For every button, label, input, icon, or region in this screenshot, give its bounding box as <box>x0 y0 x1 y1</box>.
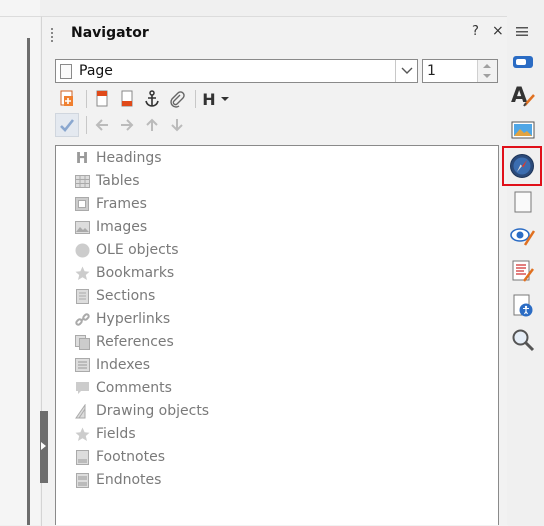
accessibility-check-icon[interactable] <box>510 293 536 319</box>
endnotes-icon <box>74 472 90 488</box>
page-icon[interactable] <box>510 189 536 215</box>
fields-icon <box>74 426 90 442</box>
header-icon[interactable] <box>91 88 113 110</box>
styles-icon[interactable]: A <box>510 82 536 108</box>
tree-item-bookmarks[interactable]: Bookmarks <box>74 262 174 284</box>
page-icon <box>60 64 72 79</box>
page-number-spinner[interactable]: 1 <box>422 59 498 83</box>
page-number-value: 1 <box>427 63 436 79</box>
toolbar-separator <box>86 116 87 134</box>
chevron-down-icon[interactable] <box>395 60 417 82</box>
references-icon <box>74 334 90 350</box>
navigator-toolbar-2 <box>55 113 191 137</box>
ole-objects-icon <box>74 242 90 258</box>
toolbar-separator <box>195 90 196 108</box>
tree-item-images[interactable]: Images <box>74 216 147 238</box>
footnotes-icon <box>74 449 90 465</box>
close-button[interactable]: × <box>492 23 504 39</box>
hyperlinks-icon <box>74 311 90 327</box>
navigate-by-value: Page <box>79 63 113 79</box>
manage-changes-icon[interactable] <box>510 258 536 284</box>
tree-item-sections[interactable]: Sections <box>74 285 155 307</box>
document-area <box>0 0 40 525</box>
heading-levels-label: H <box>202 89 216 109</box>
content-navigation-toggle-icon[interactable] <box>55 113 79 137</box>
arrow-left-icon[interactable] <box>91 114 113 136</box>
tree-item-headings[interactable]: H Headings <box>74 147 162 169</box>
images-icon <box>74 219 90 235</box>
tree-item-drawing-objects[interactable]: Drawing objects <box>74 400 209 422</box>
drag-mode-icon[interactable] <box>57 88 79 110</box>
drawing-objects-icon <box>74 403 90 419</box>
tree-item-endnotes[interactable]: Endnotes <box>74 469 161 491</box>
tree-item-ole-objects[interactable]: OLE objects <box>74 239 179 261</box>
comments-icon <box>74 380 90 396</box>
gallery-icon[interactable] <box>510 117 536 143</box>
spin-up-icon[interactable] <box>483 64 491 68</box>
tree-item-references[interactable]: References <box>74 331 174 353</box>
properties-icon[interactable] <box>510 49 536 75</box>
help-button[interactable]: ? <box>472 24 479 39</box>
navigate-by-dropdown[interactable]: Page <box>55 59 418 83</box>
paperclip-icon[interactable] <box>166 88 188 110</box>
panel-title: Navigator <box>71 25 149 41</box>
navigator-icon[interactable] <box>509 153 535 179</box>
tree-item-comments[interactable]: Comments <box>74 377 172 399</box>
style-inspector-icon[interactable] <box>510 222 536 248</box>
sidebar-collapse-handle[interactable] <box>40 411 48 483</box>
content-tree[interactable]: H Headings Tables Frames Images OLE obje… <box>55 145 499 525</box>
collapse-arrow-icon <box>41 442 46 450</box>
sections-icon <box>74 288 90 304</box>
document-scrollbar[interactable] <box>27 38 30 525</box>
bookmarks-icon <box>74 265 90 281</box>
headings-icon: H <box>75 149 89 167</box>
tables-icon <box>74 173 90 189</box>
tree-item-hyperlinks[interactable]: Hyperlinks <box>74 308 170 330</box>
indexes-icon <box>74 357 90 373</box>
arrow-up-icon[interactable] <box>141 114 163 136</box>
footer-icon[interactable] <box>116 88 138 110</box>
heading-levels-button[interactable]: H <box>200 88 232 110</box>
tree-item-footnotes[interactable]: Footnotes <box>74 446 165 468</box>
frames-icon <box>74 196 90 212</box>
find-replace-icon[interactable] <box>510 327 536 353</box>
spin-buttons[interactable] <box>477 60 497 82</box>
tree-item-fields[interactable]: Fields <box>74 423 136 445</box>
spin-down-icon[interactable] <box>483 74 491 78</box>
toolbar-separator <box>86 90 87 108</box>
dropdown-arrow-icon <box>220 97 229 101</box>
tree-item-tables[interactable]: Tables <box>74 170 140 192</box>
sidebar-menu-icon[interactable] <box>516 27 528 36</box>
arrow-down-icon[interactable] <box>166 114 188 136</box>
tree-item-frames[interactable]: Frames <box>74 193 147 215</box>
tree-item-indexes[interactable]: Indexes <box>74 354 150 376</box>
panel-grip-icon[interactable] <box>51 28 53 44</box>
anchor-icon[interactable] <box>141 88 163 110</box>
arrow-right-icon[interactable] <box>116 114 138 136</box>
navigator-toolbar: H <box>57 88 235 110</box>
